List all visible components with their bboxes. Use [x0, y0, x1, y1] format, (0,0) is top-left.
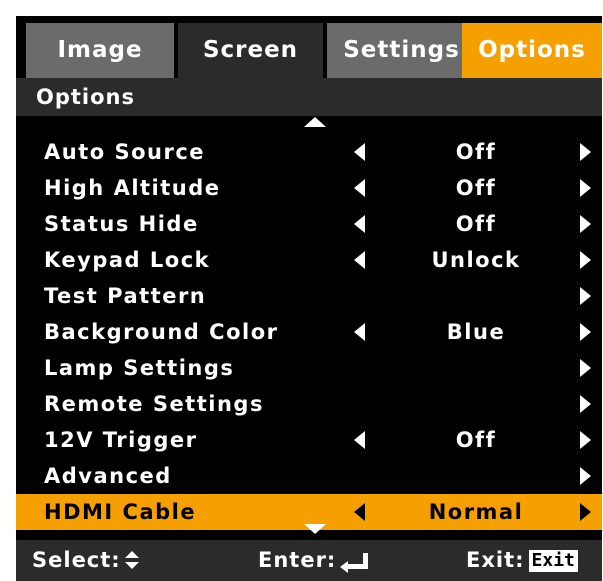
- exit-hint: Exit: Exit: [466, 540, 578, 581]
- right-arrow-icon[interactable]: [580, 395, 591, 413]
- menu-item-label: HDMI Cable: [44, 500, 197, 524]
- scroll-down-arrow-icon[interactable]: [304, 524, 326, 534]
- menu-panel: Image Screen Settings Options Options Au…: [16, 16, 602, 581]
- menu-item-value: Normal: [428, 500, 524, 524]
- right-arrow-icon[interactable]: [580, 287, 591, 305]
- menu-item-12v-trigger[interactable]: 12V Trigger Off: [16, 422, 602, 458]
- right-arrow-icon[interactable]: [580, 359, 591, 377]
- left-arrow-icon[interactable]: [354, 431, 365, 449]
- tab-image[interactable]: Image: [26, 23, 174, 78]
- section-title: Options: [16, 78, 602, 116]
- menu-item-label: Remote Settings: [44, 392, 264, 416]
- left-arrow-icon[interactable]: [354, 215, 365, 233]
- footer-hint-bar: Select: Enter: Exit: Exit: [16, 540, 602, 581]
- left-arrow-icon[interactable]: [354, 503, 365, 521]
- menu-item-label: Keypad Lock: [44, 248, 211, 272]
- left-arrow-icon[interactable]: [354, 251, 365, 269]
- enter-hint-label: Enter:: [258, 548, 337, 572]
- menu-item-high-altitude[interactable]: High Altitude Off: [16, 170, 602, 206]
- menu-item-label: Lamp Settings: [44, 356, 235, 380]
- options-menu-list: Auto Source Off High Altitude Off Status Hid…: [16, 134, 602, 530]
- left-arrow-icon[interactable]: [354, 179, 365, 197]
- left-arrow-icon[interactable]: [354, 323, 365, 341]
- scroll-up-arrow-icon[interactable]: [304, 117, 326, 127]
- exit-hint-label: Exit:: [466, 548, 525, 572]
- right-arrow-icon[interactable]: [580, 143, 591, 161]
- right-arrow-icon[interactable]: [580, 503, 591, 521]
- menu-item-label: Status Hide: [44, 212, 199, 236]
- menu-item-value: Off: [455, 176, 497, 200]
- enter-hint: Enter:: [258, 540, 369, 581]
- tab-screen[interactable]: Screen: [178, 23, 323, 78]
- menu-item-value: Unlock: [431, 248, 521, 272]
- menu-item-keypad-lock[interactable]: Keypad Lock Unlock: [16, 242, 602, 278]
- menu-item-advanced[interactable]: Advanced: [16, 458, 602, 494]
- menu-item-value: Off: [455, 140, 497, 164]
- projector-osd-menu: Image Screen Settings Options Options Au…: [0, 0, 603, 581]
- menu-item-label: Auto Source: [44, 140, 206, 164]
- exit-key-badge[interactable]: Exit: [528, 550, 578, 572]
- menu-item-auto-source[interactable]: Auto Source Off: [16, 134, 602, 170]
- menu-item-label: Advanced: [44, 464, 172, 488]
- right-arrow-icon[interactable]: [580, 251, 591, 269]
- menu-item-label: Background Color: [44, 320, 279, 344]
- menu-item-remote-settings[interactable]: Remote Settings: [16, 386, 602, 422]
- menu-item-label: High Altitude: [44, 176, 221, 200]
- menu-item-test-pattern[interactable]: Test Pattern: [16, 278, 602, 314]
- tab-options[interactable]: Options: [462, 23, 602, 78]
- enter-return-icon: [340, 553, 369, 573]
- right-arrow-icon[interactable]: [580, 467, 591, 485]
- right-arrow-icon[interactable]: [580, 431, 591, 449]
- menu-item-value: Off: [455, 428, 497, 452]
- menu-item-lamp-settings[interactable]: Lamp Settings: [16, 350, 602, 386]
- left-arrow-icon[interactable]: [354, 143, 365, 161]
- menu-item-value: Off: [455, 212, 497, 236]
- menu-item-status-hide[interactable]: Status Hide Off: [16, 206, 602, 242]
- select-hint: Select:: [32, 540, 139, 581]
- up-down-icon: [124, 551, 139, 569]
- right-arrow-icon[interactable]: [580, 323, 591, 341]
- menu-item-label: Test Pattern: [44, 284, 207, 308]
- right-arrow-icon[interactable]: [580, 215, 591, 233]
- tab-settings[interactable]: Settings: [327, 23, 476, 78]
- right-arrow-icon[interactable]: [580, 179, 591, 197]
- menu-item-label: 12V Trigger: [44, 428, 198, 452]
- tab-bar: Image Screen Settings Options: [16, 16, 602, 78]
- select-hint-label: Select:: [32, 548, 121, 572]
- menu-item-value: Blue: [446, 320, 506, 344]
- menu-item-background-color[interactable]: Background Color Blue: [16, 314, 602, 350]
